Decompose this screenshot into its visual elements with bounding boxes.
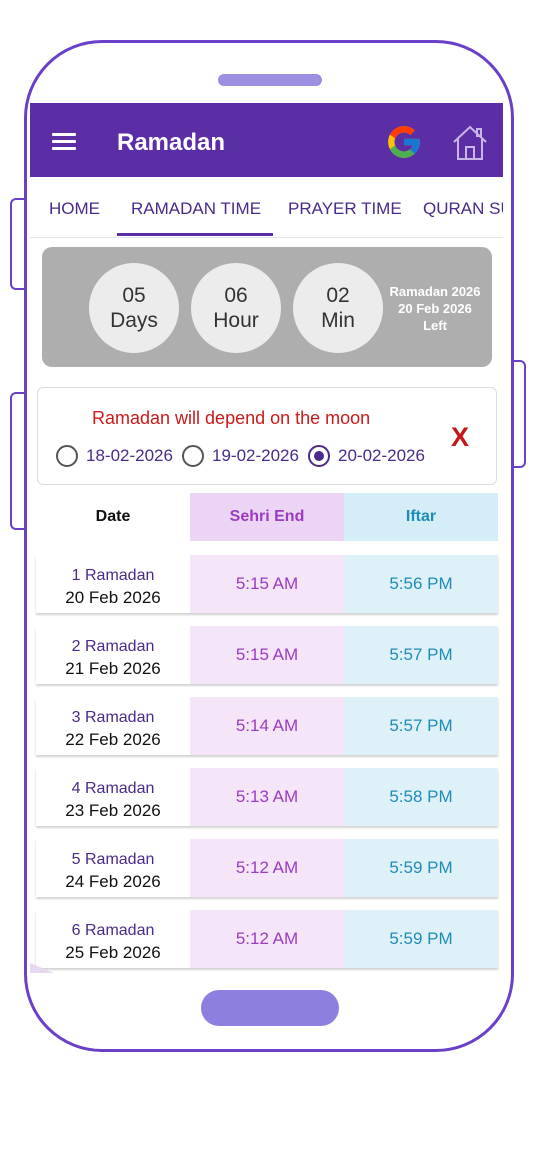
date-cell: 5 Ramadan 24 Feb 2026	[36, 839, 190, 897]
moon-selection-card: Ramadan will depend on the moon 18-02-20…	[37, 387, 497, 485]
iftar-cell: 5:56 PM	[344, 555, 498, 613]
date-cell: 1 Ramadan 20 Feb 2026	[36, 555, 190, 613]
date-cell: 4 Ramadan 23 Feb 2026	[36, 768, 190, 826]
iftar-cell: 5:59 PM	[344, 910, 498, 968]
google-icon[interactable]	[385, 123, 423, 161]
countdown-info: Ramadan 2026 20 Feb 2026 Left	[389, 284, 481, 333]
table-row[interactable]: 6 Ramadan 25 Feb 2026 5:12 AM 5:59 PM	[36, 910, 498, 968]
table-header: Date Sehri End Iftar	[36, 493, 498, 541]
phone-speaker	[218, 74, 322, 86]
table-row[interactable]: 4 Ramadan 23 Feb 2026 5:13 AM 5:58 PM	[36, 768, 498, 826]
hamburger-menu-icon[interactable]	[52, 133, 76, 150]
iftar-cell: 5:58 PM	[344, 768, 498, 826]
sehri-cell: 5:14 AM	[190, 697, 344, 755]
sehri-cell: 5:12 AM	[190, 839, 344, 897]
header-date: Date	[36, 493, 190, 541]
iftar-cell: 5:57 PM	[344, 626, 498, 684]
tab-ramadan-time[interactable]: RAMADAN TIME	[131, 199, 261, 219]
ramadan-timetable: Date Sehri End Iftar 1 Ramadan 20 Feb 202…	[36, 493, 498, 968]
iftar-cell: 5:57 PM	[344, 697, 498, 755]
countdown-days: 05 Days	[89, 263, 179, 353]
app-bar: Ramadan	[30, 103, 503, 177]
phone-side-button	[512, 360, 526, 468]
table-row[interactable]: 5 Ramadan 24 Feb 2026 5:12 AM 5:59 PM	[36, 839, 498, 897]
table-row[interactable]: 3 Ramadan 22 Feb 2026 5:14 AM 5:57 PM	[36, 697, 498, 755]
app-screen: Ramadan HOME RAMADAN TIME PRAYER TIME QU…	[30, 103, 503, 975]
app-title: Ramadan	[117, 129, 226, 156]
header-sehri-end: Sehri End	[190, 493, 344, 541]
close-button[interactable]: X	[451, 422, 469, 453]
phone-home-button	[201, 990, 339, 1026]
home-icon[interactable]	[450, 123, 490, 163]
table-row[interactable]: 1 Ramadan 20 Feb 2026 5:15 AM 5:56 PM	[36, 555, 498, 613]
header-iftar: Iftar	[344, 493, 498, 541]
sehri-cell: 5:15 AM	[190, 626, 344, 684]
countdown-minutes: 02 Min	[293, 263, 383, 353]
countdown-hours: 06 Hour	[191, 263, 281, 353]
sehri-cell: 5:13 AM	[190, 768, 344, 826]
table-row[interactable]: 2 Ramadan 21 Feb 2026 5:15 AM 5:57 PM	[36, 626, 498, 684]
active-tab-indicator	[117, 233, 273, 236]
sehri-cell: 5:15 AM	[190, 555, 344, 613]
date-cell: 3 Ramadan 22 Feb 2026	[36, 697, 190, 755]
tab-home[interactable]: HOME	[49, 199, 100, 219]
sehri-cell: 5:12 AM	[190, 910, 344, 968]
tab-bar: HOME RAMADAN TIME PRAYER TIME QURAN SU	[30, 177, 503, 238]
date-cell: 2 Ramadan 21 Feb 2026	[36, 626, 190, 684]
tab-quran[interactable]: QURAN SU	[423, 199, 503, 219]
tab-prayer-time[interactable]: PRAYER TIME	[288, 199, 402, 219]
iftar-cell: 5:59 PM	[344, 839, 498, 897]
moon-message: Ramadan will depend on the moon	[92, 408, 371, 428]
radio-icon[interactable]	[56, 445, 78, 467]
radio-icon[interactable]	[182, 445, 204, 467]
scroll-edge-indicator	[30, 963, 54, 973]
date-cell: 6 Ramadan 25 Feb 2026	[36, 910, 190, 968]
radio-selected-icon[interactable]	[308, 445, 330, 467]
countdown-panel: 05 Days 06 Hour 02 Min Ramadan 2026 20 F…	[42, 247, 492, 367]
